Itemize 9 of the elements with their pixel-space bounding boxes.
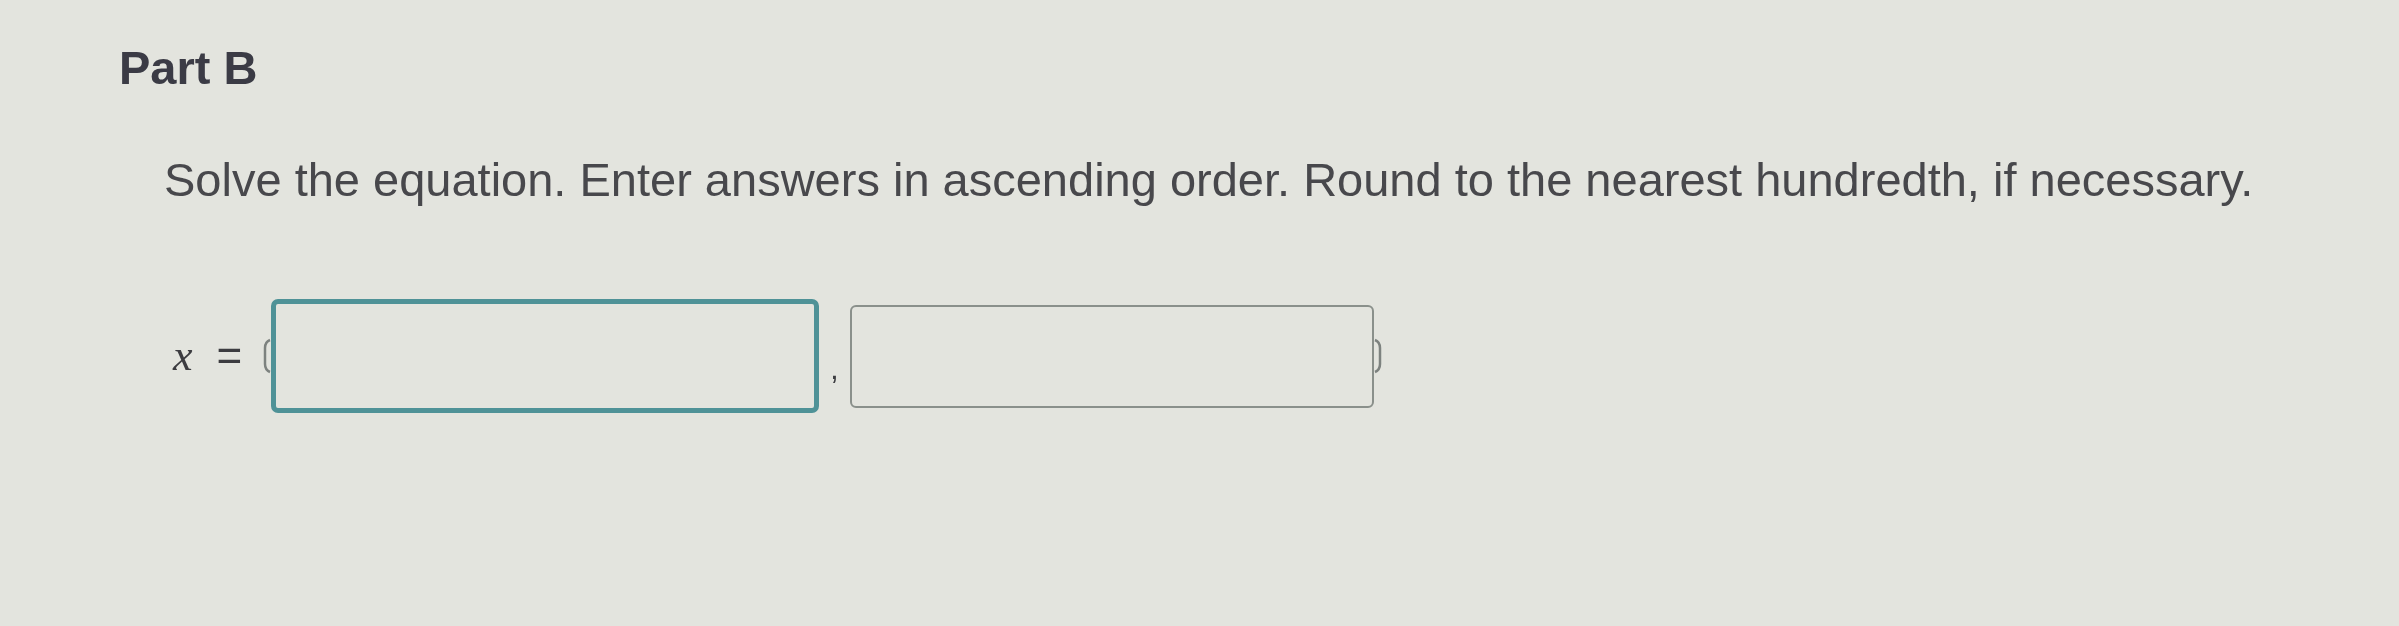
instruction-text: Solve the equation. Enter answers in ascending order. Round to the nearest hundredth, if necessary. xyxy=(164,153,2254,207)
part-heading: Part B xyxy=(119,41,258,95)
bracket-icon xyxy=(1373,338,1382,374)
variable-label: x xyxy=(173,331,193,381)
bracket-icon xyxy=(263,338,272,374)
equals-sign: = xyxy=(216,331,243,381)
answer-field[interactable] xyxy=(849,304,1374,408)
answer-field[interactable] xyxy=(271,299,820,413)
comma-separator: , xyxy=(830,351,839,386)
